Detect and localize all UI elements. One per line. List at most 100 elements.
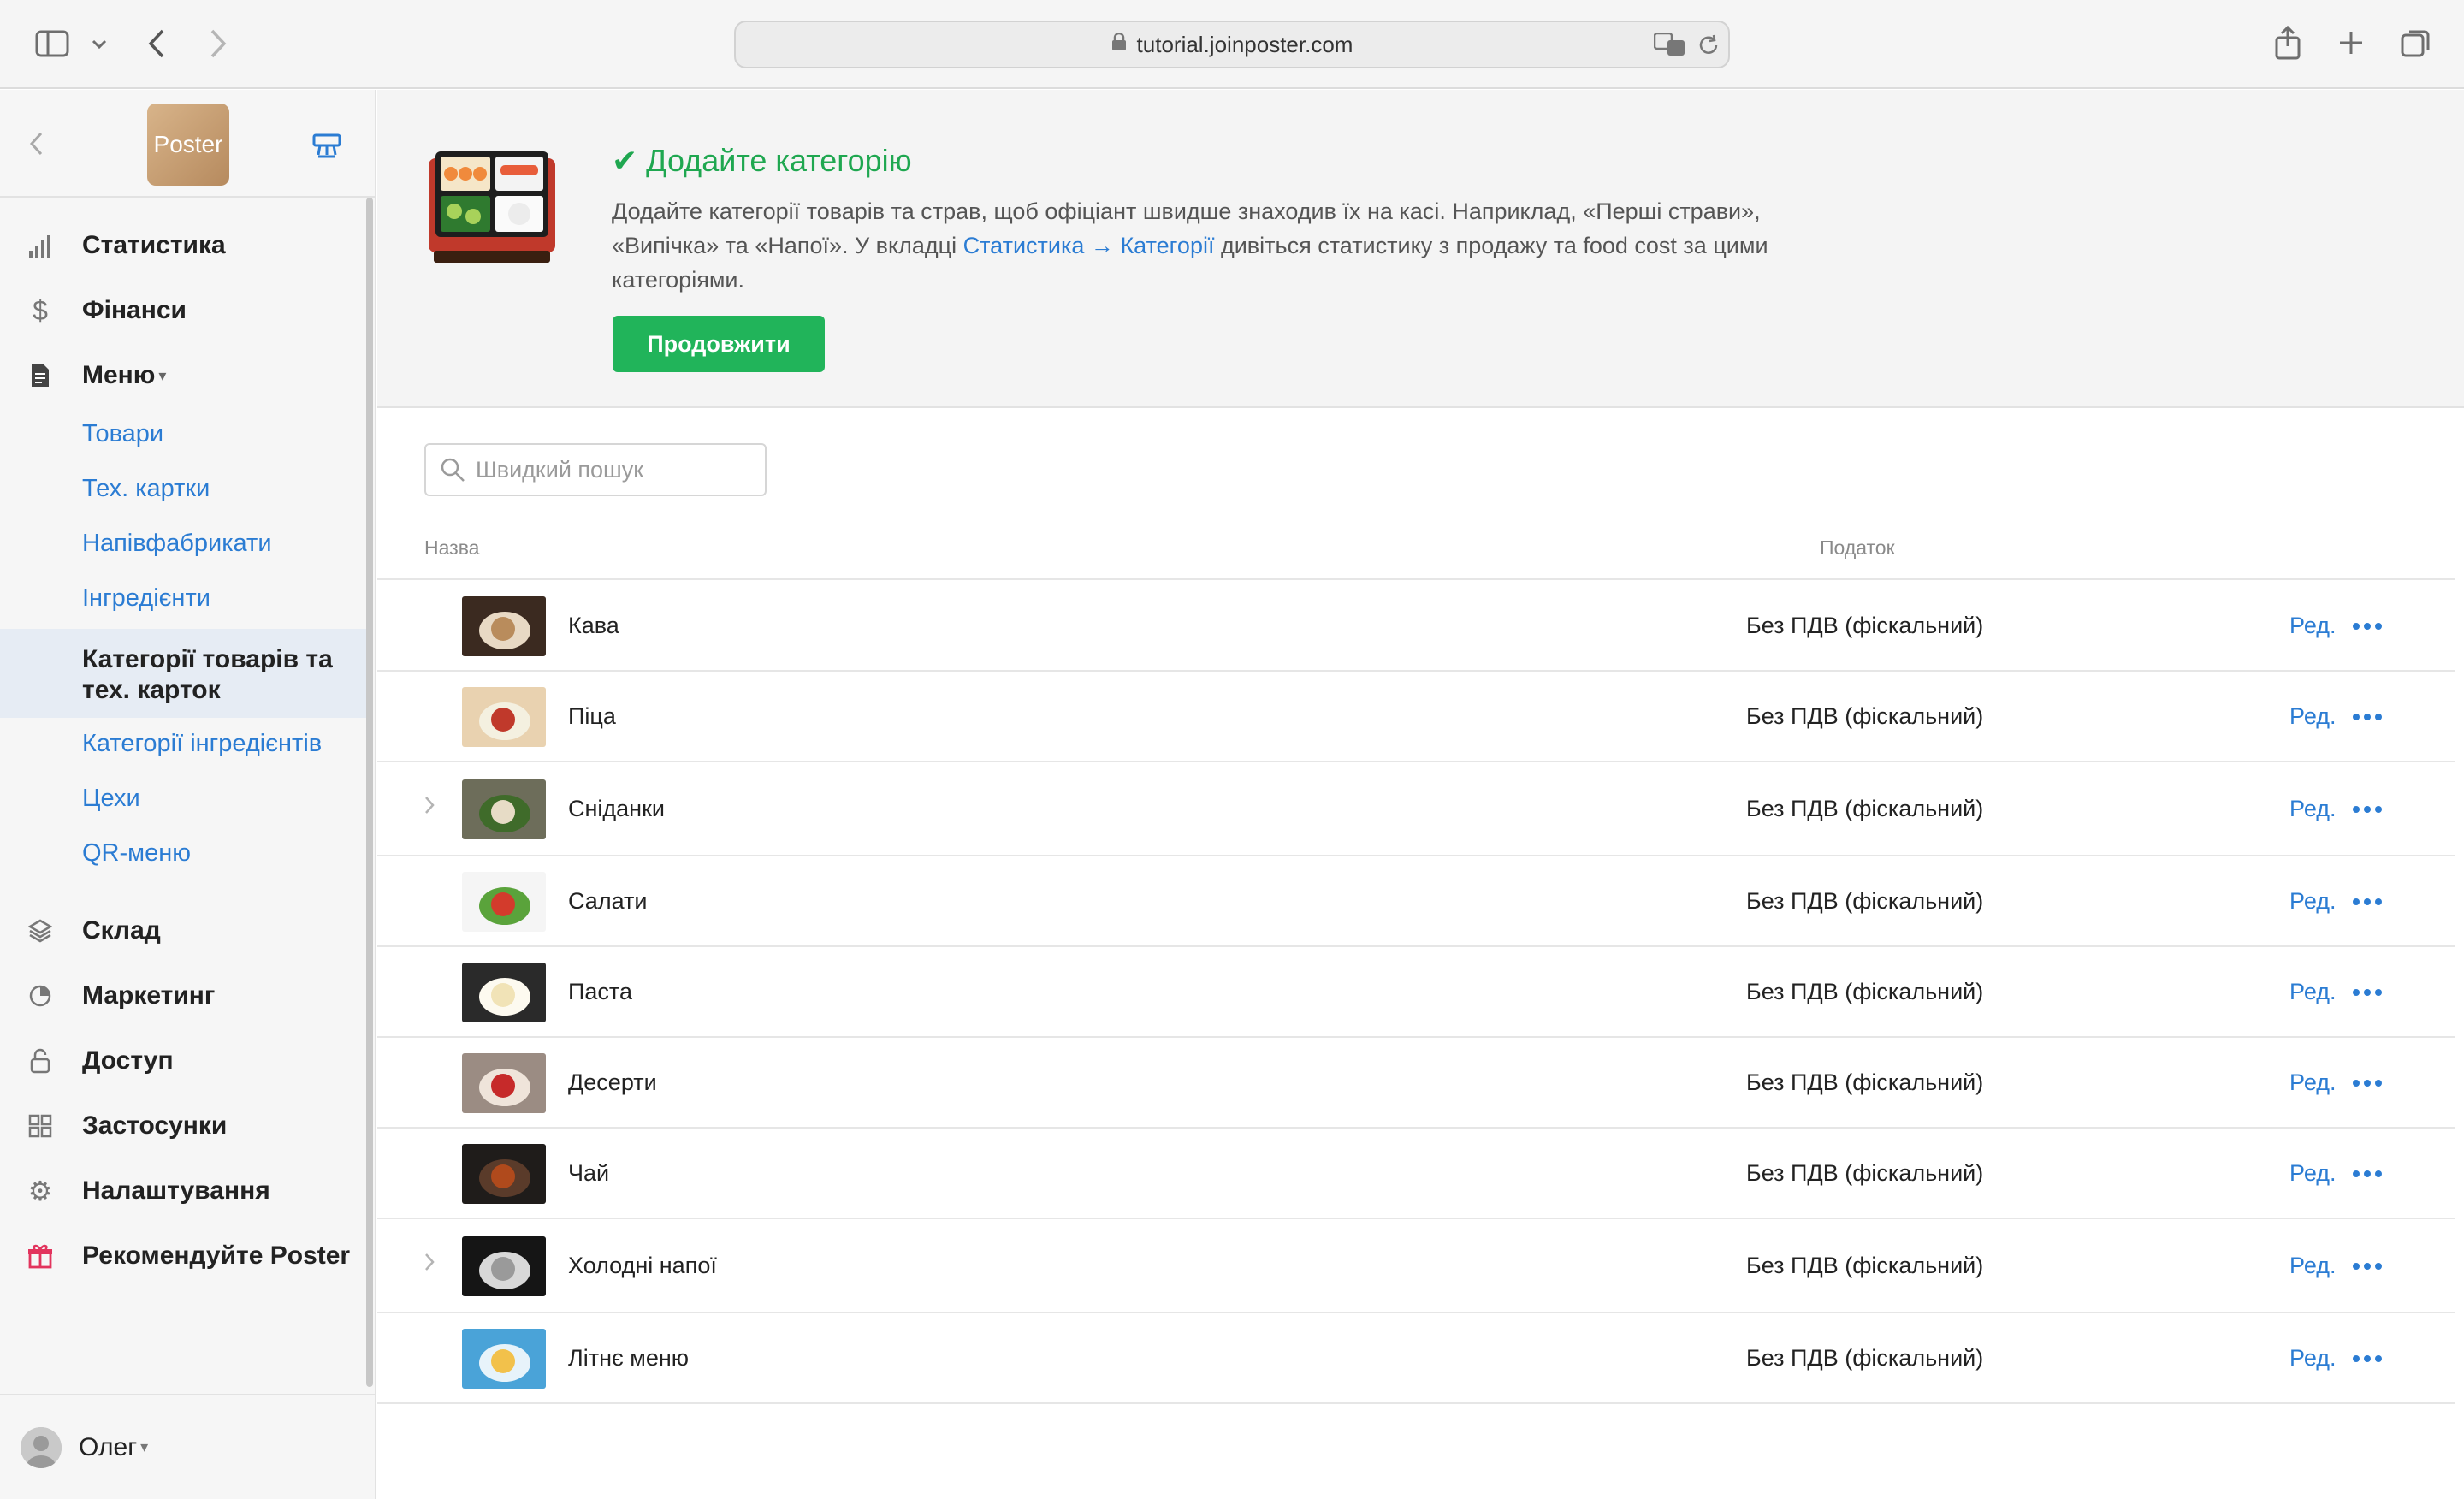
poster-logo[interactable]: Poster: [147, 104, 229, 186]
continue-button[interactable]: Продовжити: [613, 316, 825, 372]
search-placeholder: Швидкий пошук: [476, 456, 644, 483]
table-row[interactable]: Паста Без ПДВ (фіскальний) Ред.: [377, 947, 2455, 1038]
more-options-icon[interactable]: [2353, 806, 2382, 813]
translate-icon[interactable]: [1653, 31, 1687, 58]
nav-warehouse[interactable]: Склад: [0, 912, 368, 950]
category-thumbnail: [462, 687, 546, 747]
new-tab-icon[interactable]: [2336, 27, 2366, 58]
share-icon[interactable]: [2272, 24, 2303, 62]
sidebar-toggle-icon[interactable]: [34, 29, 70, 58]
user-name: Олег: [79, 1432, 138, 1461]
category-name[interactable]: Холодні напої: [568, 1253, 717, 1279]
sub-item-label: Категорії товарів та тех. карток: [82, 645, 333, 704]
sub-item-workshops[interactable]: Цехи: [82, 785, 140, 813]
nav-label: Фінанси: [82, 296, 187, 324]
avatar: [21, 1426, 62, 1468]
categories-link[interactable]: Категорії: [1120, 233, 1214, 258]
nav-access[interactable]: Доступ: [0, 1042, 368, 1080]
collapse-sidebar-icon[interactable]: [26, 129, 46, 158]
nav-apps[interactable]: Застосунки: [0, 1107, 368, 1145]
nav-label: Застосунки: [82, 1111, 228, 1140]
banner-description: Додайте категорії товарів та страв, щоб …: [612, 194, 1861, 297]
forward-icon[interactable]: [205, 27, 231, 60]
document-icon: [27, 364, 53, 388]
banner-title: ✔ Додайте категорію: [612, 143, 912, 178]
statistics-link[interactable]: Статистика: [963, 233, 1085, 258]
arrow-text: →: [1084, 233, 1121, 258]
table-row[interactable]: Кава Без ПДВ (фіскальний) Ред.: [377, 580, 2455, 672]
sub-item-tech-cards[interactable]: Тех. картки: [82, 475, 210, 503]
table-row[interactable]: Десерти Без ПДВ (фіскальний) Ред.: [377, 1038, 2455, 1129]
search-input[interactable]: Швидкий пошук: [424, 443, 767, 496]
edit-link[interactable]: Ред.: [2289, 703, 2337, 730]
edit-link[interactable]: Ред.: [2289, 979, 2337, 1005]
gift-icon: [27, 1243, 53, 1269]
reload-icon[interactable]: [1696, 33, 1721, 58]
sub-item-qr-menu[interactable]: QR-меню: [82, 839, 191, 868]
edit-link[interactable]: Ред.: [2289, 1345, 2337, 1372]
user-menu[interactable]: Олег ▾: [0, 1394, 375, 1499]
table-row[interactable]: Холодні напої Без ПДВ (фіскальний) Ред.: [377, 1219, 2455, 1313]
back-icon[interactable]: [144, 27, 169, 60]
chevron-down-icon[interactable]: [89, 34, 110, 55]
category-name[interactable]: Літнє меню: [568, 1345, 689, 1372]
category-name[interactable]: Салати: [568, 888, 647, 915]
category-name[interactable]: Десерти: [568, 1069, 657, 1096]
nav-menu[interactable]: Меню ▾: [0, 357, 368, 394]
more-options-icon[interactable]: [2353, 898, 2382, 905]
more-options-icon[interactable]: [2353, 714, 2382, 720]
category-name[interactable]: Паста: [568, 979, 632, 1005]
sidebar-scrollbar[interactable]: [366, 198, 373, 1387]
sub-item-ingredients[interactable]: Інгредієнти: [82, 584, 210, 613]
nav-recommend[interactable]: Рекомендуйте Poster: [0, 1237, 368, 1275]
address-bar[interactable]: tutorial.joinposter.com: [734, 21, 1730, 68]
edit-link[interactable]: Ред.: [2289, 613, 2337, 639]
category-thumbnail: [462, 596, 546, 656]
lock-icon: [27, 1048, 53, 1074]
category-name[interactable]: Піца: [568, 703, 616, 730]
tabs-overview-icon[interactable]: [2399, 27, 2433, 58]
expand-chevron-icon[interactable]: [424, 1251, 435, 1278]
category-thumbnail: [462, 872, 546, 932]
nav-label: Статистика: [82, 231, 226, 259]
nav-label: Рекомендуйте Poster: [82, 1241, 351, 1270]
chevron-down-icon: ▾: [140, 1438, 149, 1455]
more-options-icon[interactable]: [2353, 1170, 2382, 1177]
nav-statistics[interactable]: Статистика: [0, 227, 368, 264]
nav-label: Маркетинг: [82, 981, 216, 1010]
expand-chevron-icon[interactable]: [424, 794, 435, 821]
nav-finance[interactable]: $ Фінанси: [0, 292, 368, 329]
sub-item-semi-products[interactable]: Напівфабрикати: [82, 530, 272, 558]
more-options-icon[interactable]: [2353, 1080, 2382, 1087]
column-header-tax[interactable]: Податок: [1820, 536, 1895, 560]
table-row[interactable]: Салати Без ПДВ (фіскальний) Ред.: [377, 856, 2455, 947]
more-options-icon[interactable]: [2353, 1355, 2382, 1362]
edit-link[interactable]: Ред.: [2289, 888, 2337, 915]
sub-item-products[interactable]: Товари: [82, 420, 163, 448]
more-options-icon[interactable]: [2353, 989, 2382, 996]
table-row[interactable]: Сніданки Без ПДВ (фіскальний) Ред.: [377, 762, 2455, 856]
url-text: tutorial.joinposter.com: [1136, 31, 1353, 57]
table-row[interactable]: Літнє меню Без ПДВ (фіскальний) Ред.: [377, 1313, 2455, 1404]
sidebar-header: Poster: [0, 90, 375, 198]
nav-label: Склад: [82, 916, 161, 945]
edit-link[interactable]: Ред.: [2289, 1069, 2337, 1096]
nav-marketing[interactable]: Маркетинг: [0, 977, 368, 1015]
edit-link[interactable]: Ред.: [2289, 1253, 2337, 1279]
sub-item-product-categories[interactable]: Категорії товарів та тех. карток: [0, 629, 368, 718]
more-options-icon[interactable]: [2353, 623, 2382, 630]
sub-item-ingredient-categories[interactable]: Категорії інгредієнтів: [82, 730, 322, 758]
category-name[interactable]: Сніданки: [568, 796, 665, 822]
pos-terminal-icon[interactable]: [310, 131, 344, 162]
column-header-name[interactable]: Назва: [424, 536, 479, 560]
category-name[interactable]: Кава: [568, 613, 619, 639]
edit-link[interactable]: Ред.: [2289, 1160, 2337, 1187]
nav-settings[interactable]: ⚙ Налаштування: [0, 1172, 368, 1210]
nav-label: Меню: [82, 361, 156, 389]
edit-link[interactable]: Ред.: [2289, 796, 2337, 822]
chevron-down-icon: ▾: [158, 366, 167, 384]
more-options-icon[interactable]: [2353, 1263, 2382, 1270]
category-name[interactable]: Чай: [568, 1160, 609, 1187]
table-row[interactable]: Чай Без ПДВ (фіскальний) Ред.: [377, 1129, 2455, 1219]
table-row[interactable]: Піца Без ПДВ (фіскальний) Ред.: [377, 672, 2455, 762]
